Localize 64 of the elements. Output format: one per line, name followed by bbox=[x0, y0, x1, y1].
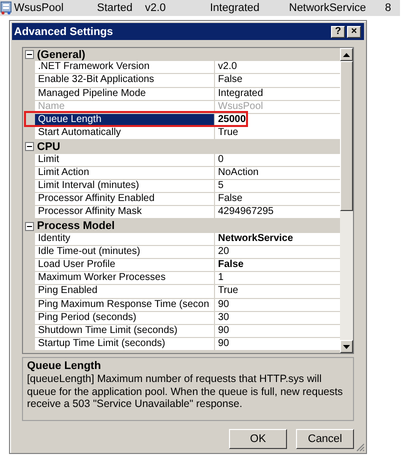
collapse-icon[interactable] bbox=[25, 50, 34, 60]
property-value[interactable]: True bbox=[215, 127, 340, 140]
property-value[interactable]: False bbox=[215, 74, 340, 88]
property-value[interactable]: 4294967295 bbox=[215, 206, 340, 220]
property-name[interactable]: .NET Framework Version bbox=[35, 61, 215, 74]
category-label: CPU bbox=[37, 140, 60, 153]
dialog-button[interactable]: Cancel bbox=[296, 429, 354, 449]
property-value[interactable]: Integrated bbox=[215, 88, 340, 101]
list-row[interactable]: WsusPool Started v2.0 Integrated NetworkService 8 bbox=[0, 0, 400, 16]
property-value[interactable]: True bbox=[215, 285, 340, 299]
property-value[interactable]: v2.0 bbox=[215, 61, 340, 74]
pool-status: Started bbox=[97, 2, 132, 14]
description-text: [queueLength] Maximum number of requests that HTTP.sys will queue for the application pool. When the queue is full, new requests receive a 503 "Service Unavailable" response. bbox=[27, 373, 344, 410]
property-name[interactable]: Limit Action bbox=[35, 166, 215, 180]
property-value[interactable]: 0 bbox=[215, 154, 340, 167]
close-button[interactable]: × bbox=[347, 26, 361, 38]
window-title: Advanced Settings bbox=[14, 26, 114, 38]
category-label: Process Model bbox=[37, 220, 115, 232]
category-label: (General) bbox=[37, 48, 86, 61]
property-value[interactable]: NoAction bbox=[215, 166, 340, 180]
property-name[interactable]: Ping Maximum Response Time (secon bbox=[35, 298, 215, 312]
property-name[interactable]: Start Automatically bbox=[35, 127, 215, 140]
scroll-up-button[interactable] bbox=[340, 48, 353, 61]
server-icon bbox=[0, 1, 13, 15]
property-name[interactable]: Processor Affinity Enabled bbox=[35, 193, 215, 206]
property-value[interactable]: 30 bbox=[215, 312, 340, 325]
property-name[interactable]: Identity bbox=[35, 232, 215, 246]
down-arrow-icon bbox=[343, 344, 350, 348]
property-name[interactable]: Enable 32-Bit Applications bbox=[35, 74, 215, 88]
property-value[interactable]: NetworkService bbox=[215, 232, 340, 246]
pool-identity: NetworkService bbox=[289, 2, 366, 14]
pool-pipeline: Integrated bbox=[210, 2, 260, 14]
up-arrow-icon bbox=[343, 52, 350, 56]
collapse-icon[interactable] bbox=[25, 222, 34, 231]
scrollbar[interactable] bbox=[340, 48, 353, 353]
property-value[interactable]: 90 bbox=[215, 338, 340, 352]
pool-name: WsusPool bbox=[14, 2, 64, 14]
scroll-thumb[interactable] bbox=[340, 61, 353, 211]
property-value[interactable]: False bbox=[215, 193, 340, 206]
property-name[interactable]: Maximum Worker Processes bbox=[35, 272, 215, 286]
property-name[interactable]: Startup Time Limit (seconds) bbox=[35, 338, 215, 352]
property-value[interactable]: False bbox=[215, 259, 340, 272]
property-name[interactable]: Shutdown Time Limit (seconds) bbox=[35, 324, 215, 338]
property-value[interactable]: 20 bbox=[215, 246, 340, 259]
help-button[interactable]: ? bbox=[331, 26, 345, 38]
property-name[interactable]: Ping Enabled bbox=[35, 285, 215, 299]
pool-applications: 8 bbox=[385, 2, 392, 14]
scroll-down-button[interactable] bbox=[340, 340, 353, 353]
property-value[interactable]: 90 bbox=[215, 324, 340, 338]
property-name[interactable]: Idle Time-out (minutes) bbox=[35, 246, 215, 259]
property-name[interactable]: Ping Period (seconds) bbox=[35, 312, 215, 325]
property-name[interactable]: Limit bbox=[35, 154, 215, 167]
description-title: Queue Length bbox=[27, 360, 102, 373]
collapse-icon[interactable] bbox=[25, 142, 34, 152]
property-value[interactable]: 5 bbox=[215, 180, 340, 194]
property-name[interactable]: Limit Interval (minutes) bbox=[35, 180, 215, 194]
pool-version: v2.0 bbox=[145, 2, 166, 14]
resize-grip-icon[interactable] bbox=[355, 442, 365, 452]
dialog-button[interactable]: OK bbox=[229, 429, 287, 449]
property-name[interactable]: Load User Profile bbox=[35, 259, 215, 272]
property-value[interactable]: 1 bbox=[215, 272, 340, 286]
property-name[interactable]: Managed Pipeline Mode bbox=[35, 88, 215, 101]
property-name[interactable]: Processor Affinity Mask bbox=[35, 206, 215, 220]
property-value[interactable]: 90 bbox=[215, 298, 340, 312]
